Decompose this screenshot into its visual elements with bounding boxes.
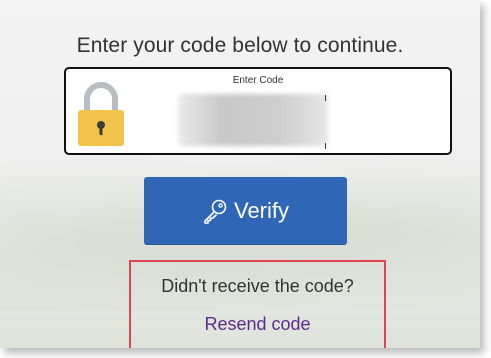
verification-panel: Enter your code below to continue. Enter… — [0, 0, 480, 348]
padlock-icon — [78, 82, 124, 146]
verify-button[interactable]: Verify — [144, 177, 347, 245]
code-input-box[interactable]: Enter Code — [64, 67, 452, 155]
verify-button-label: Verify — [233, 198, 290, 223]
instruction-text: Enter your code below to continue. — [76, 34, 404, 57]
caret-bottom — [325, 143, 326, 149]
resend-code-link[interactable]: Resend code — [131, 314, 384, 335]
resend-question: Didn't receive the code? — [161, 276, 354, 296]
caret-top — [325, 95, 326, 101]
resend-highlight-box: Didn't receive the code? Resend code — [129, 260, 386, 348]
key-icon — [204, 199, 227, 224]
code-value-redacted — [178, 94, 328, 146]
code-field-label: Enter Code — [232, 75, 284, 86]
